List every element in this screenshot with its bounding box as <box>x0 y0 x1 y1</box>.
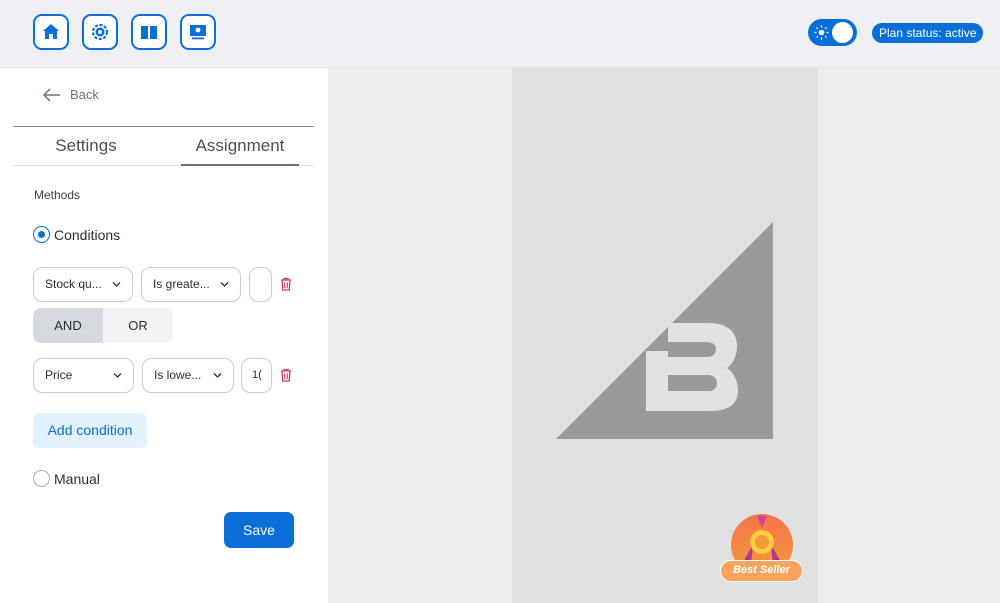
tab-settings[interactable]: Settings <box>53 127 119 166</box>
condition-2-operator-select[interactable]: Is lowe... <box>142 358 234 393</box>
condition-1-operator-value: Is greate... <box>153 277 210 291</box>
trash-icon[interactable] <box>279 277 293 291</box>
condition-2-field-select[interactable]: Price <box>33 358 134 393</box>
back-link[interactable]: Back <box>42 87 99 102</box>
settings-panel: Back Settings Assignment Methods Conditi… <box>0 68 328 603</box>
arrow-left-icon <box>42 87 60 102</box>
best-seller-badge: Best Seller <box>720 514 804 586</box>
toggle-knob <box>832 22 853 43</box>
settings-button[interactable] <box>82 14 118 50</box>
theme-toggle[interactable] <box>808 19 857 46</box>
save-button[interactable]: Save <box>224 512 294 548</box>
logic-toggle: AND OR <box>33 308 173 343</box>
home-icon <box>43 24 59 39</box>
and-button[interactable]: AND <box>33 308 103 343</box>
condition-1-operator-select[interactable]: Is greate... <box>141 267 241 302</box>
condition-1-value-input[interactable] <box>249 267 272 302</box>
preview-button[interactable] <box>180 14 216 50</box>
chevron-down-icon <box>213 373 222 378</box>
condition-1-field-value: Stock qu... <box>45 277 102 291</box>
radio-unchecked-icon <box>33 470 50 487</box>
trash-icon[interactable] <box>279 368 293 382</box>
chevron-down-icon <box>220 282 229 287</box>
tab-assignment[interactable]: Assignment <box>181 127 299 166</box>
add-condition-button[interactable]: Add condition <box>33 413 147 448</box>
best-seller-label: Best Seller <box>720 560 803 582</box>
bigcommerce-logo <box>556 222 773 439</box>
manual-radio[interactable]: Manual <box>33 470 100 487</box>
settings-cog-icon <box>91 23 109 41</box>
tab-bar: Settings Assignment <box>13 126 314 166</box>
chevron-down-icon <box>112 282 121 287</box>
home-button[interactable] <box>33 14 69 50</box>
book-icon <box>141 26 157 39</box>
docs-button[interactable] <box>131 14 167 50</box>
sun-icon <box>814 25 829 40</box>
conditions-radio[interactable]: Conditions <box>33 226 120 243</box>
conditions-label: Conditions <box>54 226 121 243</box>
manual-label: Manual <box>54 470 100 487</box>
condition-2-field-value: Price <box>45 368 73 382</box>
plan-status-badge: Plan status: active <box>872 23 984 43</box>
top-bar: Plan status: active <box>0 0 1000 68</box>
chevron-down-icon <box>113 373 122 378</box>
methods-label: Methods <box>34 188 81 202</box>
condition-2-operator-value: Is lowe... <box>154 368 202 382</box>
radio-checked-icon <box>33 226 50 243</box>
condition-2-value-input[interactable]: 1( <box>241 358 272 393</box>
or-button[interactable]: OR <box>103 308 173 343</box>
screen-icon <box>190 25 206 40</box>
back-label: Back <box>70 87 99 102</box>
condition-1-field-select[interactable]: Stock qu... <box>33 267 133 302</box>
